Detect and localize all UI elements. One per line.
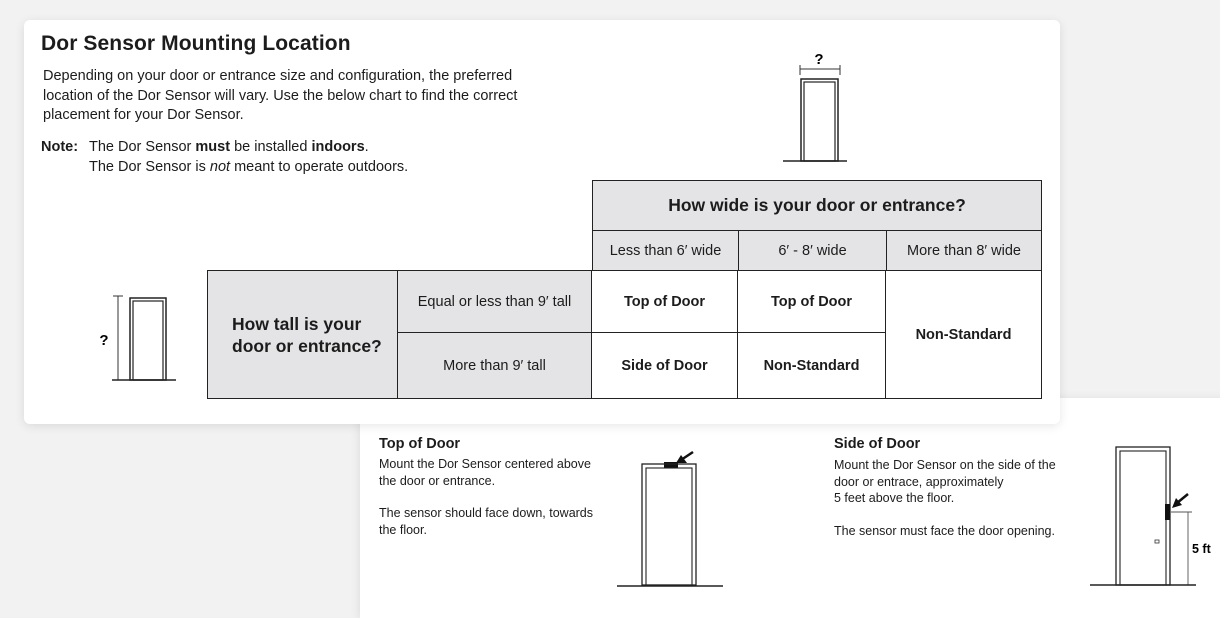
result-top-of-door-medium: Top of Door — [737, 270, 886, 333]
row-up-to-9-ft: Equal or less than 9′ tall — [397, 270, 592, 333]
side-of-door-diagram: 5 ft — [1090, 446, 1212, 586]
note-text: The Dor Sensor is — [89, 158, 210, 175]
row-over-9-ft: More than 9′ tall — [397, 332, 592, 399]
note-emphasis-not: not — [209, 158, 231, 175]
note-block: Note: The Dor Sensor must be installed in… — [41, 138, 408, 177]
height-question-mark: ? — [99, 332, 108, 349]
column-more-than-8-ft: More than 8′ wide — [886, 230, 1042, 271]
sensor-icon — [664, 462, 678, 468]
side-of-door-title: Side of Door — [834, 436, 921, 452]
door-width-diagram: ? — [783, 51, 847, 162]
note-line-1: The Dor Sensor must be installed indoors… — [89, 139, 369, 155]
height-question-header: How tall is your door or entrance? — [207, 270, 398, 399]
note-emphasis-must: must — [195, 139, 231, 155]
top-of-door-title: Top of Door — [379, 436, 461, 452]
intro-text: Depending on your door or entrance size … — [43, 68, 518, 123]
top-of-door-description: Mount the Dor Sensor centered above the … — [379, 456, 609, 538]
note-text: . — [364, 139, 369, 155]
side-of-door-text-1: Mount the Dor Sensor on the side of the … — [834, 458, 1056, 489]
five-feet-label: 5 ft — [1192, 542, 1212, 556]
side-of-door-description: Mount the Dor Sensor on the side of the … — [834, 457, 1074, 539]
width-question-mark: ? — [814, 51, 823, 68]
column-6-to-8-ft: 6′ - 8′ wide — [738, 230, 887, 271]
side-of-door-text-2: 5 feet above the floor. — [834, 491, 955, 505]
placement-table: How tall is your door or entrance? Equal… — [207, 270, 1042, 399]
result-non-standard-tall: Non-Standard — [737, 332, 886, 399]
note-text: meant to operate outdoors. — [230, 158, 409, 175]
width-question-header: How wide is your door or entrance? — [592, 180, 1042, 231]
result-side-of-door: Side of Door — [591, 332, 738, 399]
top-of-door-text-2: The sensor should face down, towards the… — [379, 506, 594, 537]
note-text: The Dor Sensor — [89, 139, 196, 155]
column-less-than-6-ft: Less than 6′ wide — [592, 230, 739, 271]
top-of-door-text-1: Mount the Dor Sensor centered above the … — [379, 457, 591, 488]
result-top-of-door-narrow: Top of Door — [591, 270, 738, 333]
note-label: Note: — [41, 139, 79, 155]
side-of-door-text-3: The sensor must face the door opening. — [834, 523, 1055, 538]
door-height-diagram: ? — [99, 295, 176, 381]
top-of-door-diagram — [617, 450, 723, 587]
placement-details-card: Top of Door Mount the Dor Sensor centere… — [360, 398, 1220, 618]
mounting-location-card: Dor Sensor Mounting Location Depending o… — [24, 20, 1060, 424]
result-non-standard-wide: Non-Standard — [885, 270, 1042, 399]
sensor-icon — [1165, 504, 1170, 520]
width-header-table: How wide is your door or entrance? Less … — [592, 180, 1042, 271]
note-text: be installed — [230, 139, 312, 155]
note-line-2: The Dor Sensor is not meant to operate o… — [41, 158, 408, 178]
page-title: Dor Sensor Mounting Location — [41, 32, 351, 55]
note-emphasis-indoors: indoors — [311, 139, 365, 155]
